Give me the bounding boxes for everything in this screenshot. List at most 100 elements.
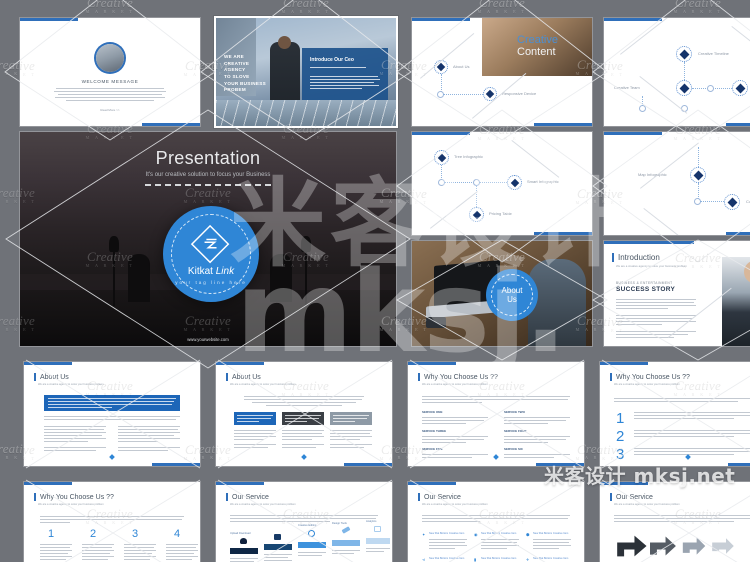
creative-market-watermark: Creative M A R K E T: [462, 0, 542, 14]
slide-accent-top: [216, 362, 264, 365]
slide-title-welcome: WELCOME MESSAGE: [81, 79, 139, 84]
slide-our-service-1[interactable]: Our Service We are a creative agency to …: [216, 482, 392, 562]
logo-name-part-1: Kitkat: [187, 266, 213, 277]
connector-horizontal: [443, 94, 483, 95]
service-column[interactable]: Creative Editing: [298, 524, 326, 556]
service-title: SERVICE FOUR: [504, 429, 527, 433]
slide-creative-content[interactable]: Creative Content About Us Responsive Dev…: [412, 18, 592, 126]
title-accent-bar: [226, 493, 228, 501]
column-number-2: 2: [90, 528, 97, 540]
node-contact-us[interactable]: [724, 194, 740, 210]
service-column[interactable]: Upload Download: [230, 532, 258, 562]
pen-icon: [341, 526, 351, 534]
slide-accent-top: [600, 362, 648, 365]
slide-welcome-message[interactable]: WELCOME MESSAGE Read More >>: [20, 18, 200, 126]
slide-why-choose-us-2[interactable]: Why You Choose Us ?? We are a creative a…: [600, 362, 750, 466]
slide-title-our-service: Our Service: [610, 493, 653, 501]
title-accent-bar: [34, 373, 36, 381]
slide-why-choose-us-1[interactable]: Why You Choose Us ?? We are a creative a…: [408, 362, 584, 466]
slide-about-us-1[interactable]: About Us We are a creative agency to sol…: [24, 362, 200, 466]
diamond-icon: [485, 89, 495, 99]
slide-creative-timeline[interactable]: Creative Timeline Creative Team 3d Infog…: [604, 18, 750, 126]
service-item[interactable]: SERVICE THREE: [422, 429, 488, 443]
watermark-line-1: Creative: [675, 0, 721, 10]
decor-line: [420, 33, 475, 79]
node-map-infographic[interactable]: [690, 167, 706, 183]
slide-our-service-2[interactable]: Our Service We are a creative agency to …: [408, 482, 584, 562]
street-lamp-left: [108, 236, 120, 306]
slide-about-us-2[interactable]: About Us We are a creative agency to sol…: [216, 362, 392, 466]
node-label-creative-timeline: Creative Timeline: [698, 51, 729, 56]
decor-line: [643, 208, 700, 235]
footer-diamond-icon: [109, 454, 115, 460]
title-accent-bar: [610, 373, 612, 381]
list-number-3: 3: [616, 446, 625, 463]
slide-introduction[interactable]: Introduction We are a creative agency to…: [604, 241, 750, 346]
title-text: Introduction: [618, 253, 660, 262]
read-more-link[interactable]: Read More >>: [20, 108, 200, 112]
diamond-icon: [679, 83, 689, 93]
service-column[interactable]: Analytics: [366, 520, 390, 552]
watermark-line-2: M A R K E T: [85, 9, 135, 14]
creative-market-watermark: Creative M A R K E T: [70, 0, 150, 14]
slide-about-us-cover[interactable]: About Us: [412, 241, 592, 346]
slide-accent-top: [20, 18, 78, 21]
service-item[interactable]: SERVICE SIX: [504, 447, 570, 458]
watermark-line-2: M A R K E T: [673, 9, 723, 14]
creative-market-watermark: Creative M A R K E T: [266, 0, 346, 14]
connector-horizontal: [444, 182, 474, 183]
diamond-icon: [472, 210, 481, 219]
slide-presentation-cover[interactable]: Presentation It's our creative solution …: [20, 132, 396, 346]
slide-tree-infographic[interactable]: Tree Infographic Smart Infographic Prici…: [412, 132, 592, 235]
slide-accent-bottom: [728, 463, 750, 466]
logo-badge[interactable]: Kitkat Link your tag line here: [163, 206, 259, 302]
service-column[interactable]: Design Tools: [332, 522, 360, 554]
service-item[interactable]: SERVICE ONE: [422, 410, 488, 424]
service-item-title: New Flat Bottom Creative Item: [429, 557, 465, 560]
slide-subtitle-about-us: We are a creative agency to solve your b…: [230, 383, 296, 386]
title-text: About Us: [40, 373, 69, 381]
slide-accent-bottom: [142, 123, 200, 126]
node-3d-infographic[interactable]: [732, 80, 748, 96]
title-accent-bar: [34, 493, 36, 501]
node-smart-infographic[interactable]: [507, 175, 522, 190]
phone: [426, 317, 446, 328]
service-item-title: New Flat Bottom Creative Item: [429, 532, 465, 535]
slide-accent-bottom: [726, 123, 750, 126]
connector-horizontal: [700, 201, 724, 202]
service-item[interactable]: SERVICE FIVE: [422, 447, 488, 458]
slide-accent-top: [604, 241, 694, 244]
connector-vertical: [476, 185, 477, 209]
overlay-title-creative: Creative: [517, 34, 558, 46]
node-tree-infographic[interactable]: [434, 150, 449, 165]
node-creative-team[interactable]: [676, 80, 692, 96]
service-item-title: New Flat Bottom Creative Item: [533, 557, 569, 560]
node-label-pricing-table: Pricing Table: [489, 211, 512, 216]
title-accent-bar: [418, 373, 420, 381]
service-item[interactable]: SERVICE TWO: [504, 410, 570, 424]
slide-map-infographic[interactable]: Map Infographic Contact Us: [604, 132, 750, 235]
ceo-card: Introduce Our Ceo: [302, 48, 388, 100]
slide-our-service-3[interactable]: Our Service We are a creative agency to …: [600, 482, 750, 562]
slide-accent-bottom: [726, 232, 750, 235]
pin-icon: ⬢: [526, 532, 530, 537]
star-icon: ✦: [422, 532, 426, 537]
service-item[interactable]: SERVICE FOUR: [504, 429, 570, 443]
node-about-us[interactable]: [434, 60, 448, 74]
slide-why-choose-us-3[interactable]: Why You Choose Us ?? We are a creative a…: [24, 482, 200, 562]
logo-name: Kitkat Link: [163, 266, 259, 277]
template-preview-board: WELCOME MESSAGE Read More >> WE ARE CREA…: [0, 0, 750, 562]
hero-title: Presentation: [155, 148, 261, 168]
node-label-responsive-device: Responsive Device: [502, 91, 537, 96]
slide-subtitle-why-choose-us: We are a creative agency to solve your b…: [614, 383, 680, 386]
download-icon: [274, 534, 281, 540]
about-us-badge[interactable]: About Us: [486, 269, 538, 321]
node-pricing-table[interactable]: [469, 207, 484, 222]
column-number-3: 3: [132, 528, 139, 540]
slide-subtitle-about-us: We are a creative agency to solve your b…: [38, 383, 104, 386]
node-creative-timeline[interactable]: [676, 46, 692, 62]
slide-introduce-ceo[interactable]: WE ARE CREATIVE AGENCY TO SLOVE YOUR BUS…: [216, 18, 396, 126]
lead-paragraph-highlight: [44, 395, 180, 411]
connector-vertical: [642, 96, 643, 106]
diamond-icon: [437, 153, 446, 162]
